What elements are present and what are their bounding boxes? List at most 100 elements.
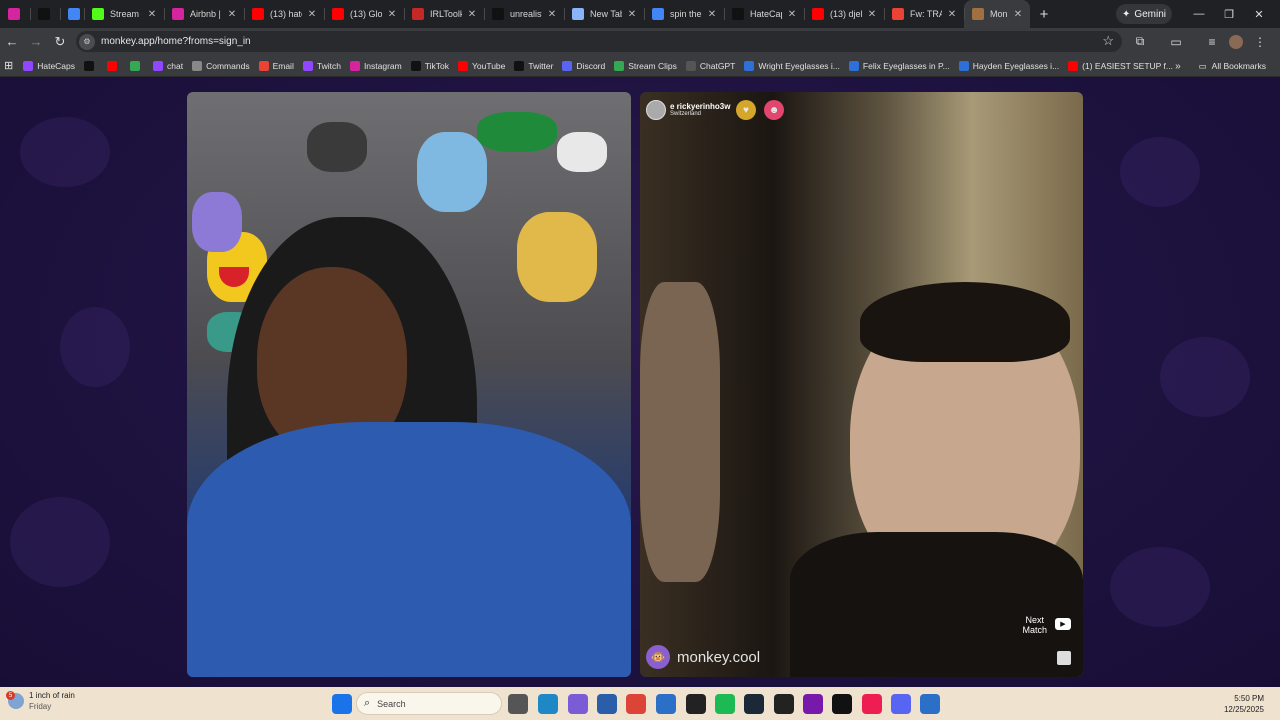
close-tab-icon[interactable]: ✕	[946, 9, 958, 20]
site-info-icon[interactable]: ⚙	[79, 33, 95, 50]
clips-icon	[614, 60, 625, 71]
store-icon[interactable]	[597, 694, 617, 714]
system-clock[interactable]: 5:50 PM 12/25/2025	[1224, 693, 1264, 715]
weather-widget[interactable]: 5 1 inch of rain Friday	[6, 690, 75, 712]
peer-avatar[interactable]	[646, 100, 666, 120]
youtube-icon	[332, 8, 344, 20]
close-tab-icon[interactable]: ✕	[386, 9, 398, 20]
windows-start-icon[interactable]	[332, 694, 352, 714]
remote-desktop-icon[interactable]	[920, 694, 940, 714]
browser-tab[interactable]	[0, 0, 30, 28]
bookmark-item[interactable]: Instagram	[349, 60, 402, 71]
weather-day: Friday	[29, 702, 52, 711]
bookmark-item[interactable]: Email	[258, 60, 294, 71]
bookmark-item[interactable]: TikTok	[410, 60, 449, 71]
close-tab-icon[interactable]: ✕	[226, 9, 238, 20]
bookmark-item[interactable]	[107, 60, 121, 71]
bookmark-item[interactable]: Commands	[192, 60, 250, 71]
extensions-icon[interactable]: ⧉	[1128, 28, 1152, 55]
browser-tab[interactable]: spin the ✕	[644, 0, 724, 28]
tab-title: Fw: TRA	[910, 9, 942, 19]
sidepanel-icon[interactable]: ▭	[1164, 28, 1188, 55]
browser-tab[interactable]: unrealisti ✕	[484, 0, 564, 28]
bookmark-item[interactable]: Hayden Eyeglasses i...	[958, 60, 1059, 71]
bookmark-item[interactable]: Twitch	[302, 60, 341, 71]
bookmark-item[interactable]: YouTube	[457, 60, 505, 71]
xbox-icon[interactable]	[774, 694, 794, 714]
browser-tab[interactable]: (13) djel ✕	[804, 0, 884, 28]
browser-tab[interactable]: (13) hate ✕	[244, 0, 324, 28]
more-bookmarks-chevron-icon[interactable]: »	[1175, 61, 1181, 72]
bookmark-star-icon[interactable]: ☆	[1102, 33, 1114, 49]
gemini-button[interactable]: ✦ Gemini	[1116, 4, 1172, 24]
chrome-icon[interactable]	[626, 694, 646, 714]
bookmark-item[interactable]: Discord	[562, 60, 605, 71]
close-tab-icon[interactable]: ✕	[466, 9, 478, 20]
bookmark-item[interactable]	[130, 60, 144, 71]
bookmark-item[interactable]: Stream Clips	[614, 60, 677, 71]
bookmark-item[interactable]: Felix Eyeglasses in P...	[848, 60, 950, 71]
outlook-icon[interactable]	[656, 694, 676, 714]
bookmark-item[interactable]: HateCaps	[23, 60, 75, 71]
forward-button[interactable]: →	[24, 30, 48, 54]
close-tab-icon[interactable]: ✕	[786, 9, 798, 20]
reload-button[interactable]: ↻	[48, 30, 72, 54]
bookmark-item[interactable]: Wright Eyeglasses i...	[744, 60, 840, 71]
browser-tab[interactable]: Mon ✕	[964, 0, 1030, 28]
bookmark-item[interactable]: ChatGPT	[685, 60, 735, 71]
bookmark-item[interactable]: Twitter	[514, 60, 553, 71]
bookmark-item[interactable]	[84, 60, 98, 71]
browser-tab[interactable]: Fw: TRA ✕	[884, 0, 964, 28]
peer-profile[interactable]: e rickyerinho3w Switzerland	[646, 100, 730, 120]
browser-tab[interactable]	[30, 0, 60, 28]
heart-badge-icon[interactable]: ♥	[736, 100, 756, 120]
browser-tab[interactable]: Airbnb | ✕	[164, 0, 244, 28]
next-match-label[interactable]: Next Match	[1022, 615, 1047, 635]
close-tab-icon[interactable]: ✕	[306, 9, 318, 20]
edge-icon[interactable]	[538, 694, 558, 714]
close-tab-icon[interactable]: ✕	[866, 9, 878, 20]
spotify-icon[interactable]	[715, 694, 735, 714]
restore-button[interactable]: ❐	[1214, 0, 1244, 28]
browser-tab[interactable]: IRLToolki ✕	[404, 0, 484, 28]
close-tab-icon[interactable]: ✕	[626, 9, 638, 20]
next-match-button[interactable]: ▶	[1055, 618, 1071, 630]
all-bookmarks-button[interactable]: » ▭ All Bookmarks	[1175, 55, 1266, 77]
new-tab-button[interactable]: +	[1030, 6, 1058, 23]
discord-icon[interactable]	[891, 694, 911, 714]
copilot-icon[interactable]	[568, 694, 588, 714]
address-bar[interactable]: ⚙ monkey.app/home?froms=sign_in ☆	[76, 31, 1122, 52]
media-control-icon[interactable]: ≡	[1200, 28, 1224, 55]
minimize-button[interactable]: —	[1184, 0, 1214, 28]
bookmark-item[interactable]: (1) EASIEST SETUP f...	[1068, 60, 1173, 71]
bookmark-item[interactable]: chat	[153, 60, 183, 71]
close-tab-icon[interactable]: ✕	[146, 9, 158, 20]
browser-tab[interactable]: New Tab ✕	[564, 0, 644, 28]
url-text[interactable]: monkey.app/home?froms=sign_in	[101, 36, 251, 47]
taskbar-search[interactable]: ⌕ Search	[356, 692, 502, 715]
obs-icon[interactable]	[686, 694, 706, 714]
capcut-icon[interactable]	[832, 694, 852, 714]
report-button[interactable]	[1057, 651, 1071, 665]
close-tab-icon[interactable]: ✕	[546, 9, 558, 20]
bookmark-label: Instagram	[363, 60, 402, 71]
menu-kebab-icon[interactable]: ⋮	[1248, 28, 1272, 55]
back-button[interactable]: ←	[0, 30, 24, 54]
close-window-button[interactable]: ✕	[1244, 0, 1274, 28]
browser-tab[interactable]: (13) Glo ✕	[324, 0, 404, 28]
monkey-badge-icon[interactable]: ☻	[764, 100, 784, 120]
apps-grid-icon[interactable]: ⊞	[4, 59, 13, 72]
profile-avatar[interactable]	[1224, 28, 1248, 55]
tiktok-icon[interactable]	[862, 694, 882, 714]
steam-icon[interactable]	[744, 694, 764, 714]
clock-date: 12/25/2025	[1223, 705, 1264, 714]
browser-tab[interactable]	[60, 0, 84, 28]
youtube-icon	[107, 60, 118, 71]
browser-tab[interactable]: HateCap ✕	[724, 0, 804, 28]
browser-tab[interactable]: Stream - ✕	[84, 0, 164, 28]
gmail-icon	[892, 8, 904, 20]
close-tab-icon[interactable]: ✕	[1012, 9, 1024, 20]
file-explorer-icon[interactable]	[508, 694, 528, 714]
close-tab-icon[interactable]: ✕	[706, 9, 718, 20]
onenote-icon[interactable]	[803, 694, 823, 714]
